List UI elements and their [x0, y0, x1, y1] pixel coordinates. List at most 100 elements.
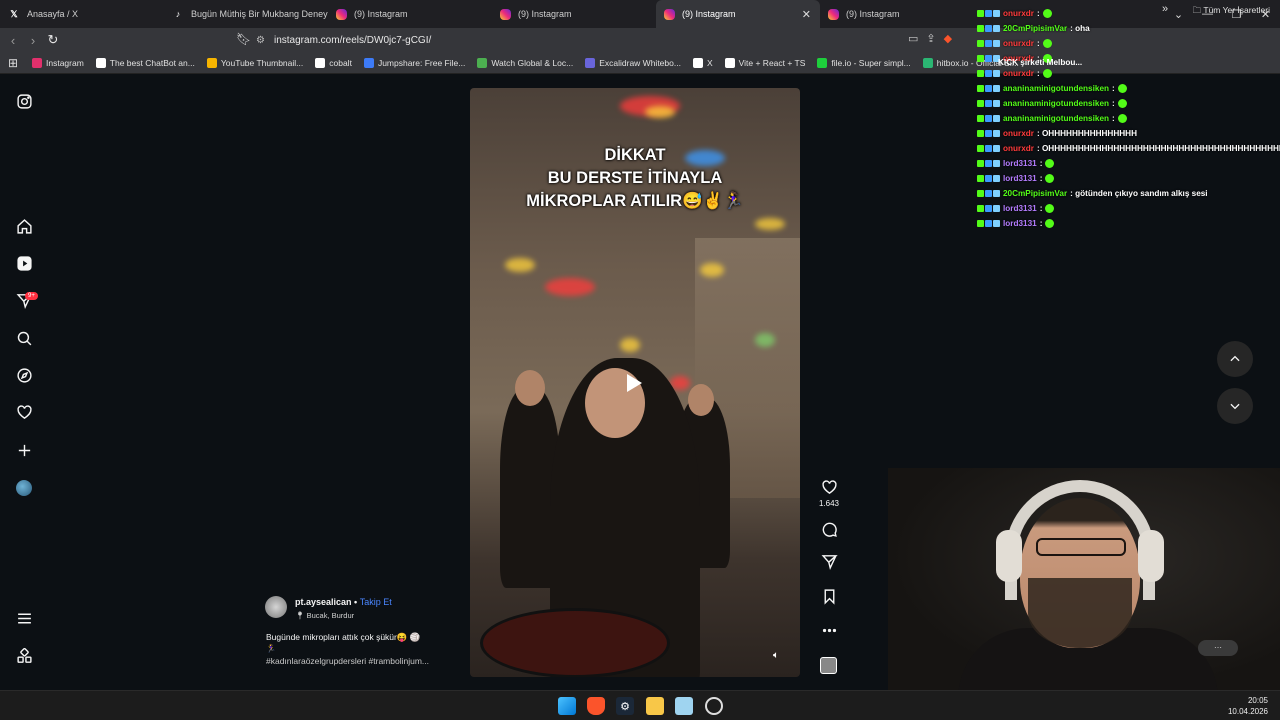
close-tab-icon[interactable]: ✕: [802, 8, 811, 21]
home-icon[interactable]: [16, 218, 33, 235]
author-avatar[interactable]: [265, 596, 287, 618]
remote-desktop-icon[interactable]: [675, 697, 693, 715]
tab-title: (9) Instagram: [846, 9, 900, 19]
play-icon[interactable]: [625, 373, 643, 393]
location-line[interactable]: 📍︎ Bucak, Burdur: [295, 611, 354, 620]
chat-badge-icon: [985, 219, 992, 227]
share-icon[interactable]: ⇪: [926, 32, 935, 45]
address-bar[interactable]: ⚙︎ instagram.com/reels/DW0jc7-gCGI/: [256, 31, 976, 49]
browser-tab[interactable]: (9) Instagram: [820, 0, 984, 28]
chat-badge-icon: [993, 84, 1000, 92]
bookmark-item[interactable]: Instagram: [26, 57, 90, 68]
kick-notice: KICK şirketi Melbou...: [998, 58, 1083, 67]
chat-badges: [977, 39, 1000, 47]
author-username[interactable]: pt.aysealican: [295, 597, 352, 607]
search-icon[interactable]: [16, 330, 33, 347]
system-clock[interactable]: 20:05 10.04.2026: [1228, 695, 1268, 717]
file-explorer-icon[interactable]: [646, 697, 664, 715]
like-button[interactable]: 1.643: [812, 479, 846, 508]
chat-badge-icon: [993, 24, 1000, 32]
chat-badge-icon: [985, 129, 992, 137]
brave-browser-icon[interactable]: [587, 697, 605, 715]
bookmarks-overflow-icon[interactable]: »: [1162, 3, 1168, 15]
browser-tab[interactable]: (9) Instagram: [328, 0, 492, 28]
comment-button[interactable]: [812, 521, 846, 538]
bookmark-item[interactable]: cobalt: [309, 57, 358, 68]
chat-badges: [977, 54, 1000, 62]
bookmark-item[interactable]: Watch Global & Loc...: [471, 57, 579, 68]
chat-badge-icon: [977, 24, 984, 32]
next-reel-button[interactable]: [1217, 388, 1253, 424]
bookmark-item[interactable]: X: [687, 57, 719, 68]
caption-hashtags[interactable]: #kadınlaraözelgrupdersleri #trambolinjum…: [266, 656, 429, 666]
chat-badge-icon: [993, 204, 1000, 212]
more-options-button[interactable]: [812, 622, 846, 639]
tab-title: Anasayfa / X: [27, 9, 79, 19]
chat-emote-icon: [1045, 158, 1055, 168]
all-bookmarks-folder[interactable]: 🗀︎ Tüm Yer İşaretleri: [1193, 5, 1270, 19]
chat-emote-icon: [1042, 8, 1052, 18]
bookmark-item[interactable]: Excalidraw Whitebo...: [579, 57, 687, 68]
more-menu-icon[interactable]: [16, 610, 33, 627]
bookmark-favicon-icon: [315, 57, 326, 68]
follow-button[interactable]: Takip Et: [360, 597, 392, 607]
browser-tab[interactable]: ♪ Bugün Müthiş Bir Mukbang Deneyim: [164, 0, 328, 28]
bookmark-label: YouTube Thumbnail...: [220, 57, 304, 68]
bookmark-item[interactable]: file.io - Super simpl...: [811, 57, 916, 68]
chat-message: lord3131:: [977, 216, 1055, 230]
location-text: Bucak, Burdur: [306, 611, 355, 620]
reload-icon[interactable]: ↻: [43, 32, 63, 48]
bookmark-item[interactable]: The best ChatBot an...: [90, 57, 201, 68]
chat-badge-icon: [985, 189, 992, 197]
chat-badge-icon: [985, 99, 992, 107]
chat-message: onurxdr:: [977, 36, 1052, 50]
brave-shield-icon[interactable]: ◆: [944, 32, 952, 45]
forward-icon[interactable]: ›: [23, 33, 43, 48]
bookmark-favicon-icon: [32, 57, 42, 68]
also-from-meta-icon[interactable]: [16, 648, 33, 665]
browser-tab[interactable]: (9) Instagram: [492, 0, 656, 28]
back-icon[interactable]: ‹: [3, 33, 23, 48]
chat-username: onurxdr: [1003, 8, 1034, 18]
reel-video[interactable]: DİKKAT BU DERSTE İTİNAYLA MİKROPLAR ATIL…: [470, 88, 800, 677]
bookmark-page-icon[interactable]: 🔖︎: [236, 32, 251, 46]
disco-light: [620, 338, 640, 352]
share-button[interactable]: [812, 553, 846, 570]
bookmark-item[interactable]: Vite + React + TS: [719, 57, 812, 68]
start-windows-icon[interactable]: [558, 697, 576, 715]
save-button[interactable]: [812, 588, 846, 605]
audio-thumbnail[interactable]: [820, 657, 837, 674]
chat-emote-icon: [1117, 83, 1127, 93]
bookmark-item[interactable]: Jumpshare: Free File...: [358, 57, 471, 68]
apps-grid-icon[interactable]: ⊞: [0, 56, 26, 70]
bookmarks-bar: ⊞ Instagram The best ChatBot an... YouTube…: [0, 52, 1280, 74]
browser-tab[interactable]: 𝕏 Anasayfa / X: [0, 0, 164, 28]
profile-avatar[interactable]: [16, 480, 32, 496]
chat-badge-icon: [993, 39, 1000, 47]
site-info-icon[interactable]: ⚙︎: [256, 35, 274, 46]
steam-icon[interactable]: ⚙︎: [616, 697, 634, 715]
chat-badge-icon: [977, 129, 984, 137]
notifications-heart-icon[interactable]: [16, 404, 33, 421]
volume-icon[interactable]: 🔈︎: [773, 650, 779, 661]
bookmark-item[interactable]: YouTube Thumbnail...: [201, 57, 309, 68]
chat-badge-icon: [977, 204, 984, 212]
create-plus-icon[interactable]: [16, 442, 33, 459]
cast-icon[interactable]: ▭: [908, 32, 918, 45]
chat-username: onurxdr: [1003, 38, 1034, 48]
chat-text: :: [1039, 218, 1043, 228]
previous-reel-button[interactable]: [1217, 341, 1253, 377]
folder-icon: 🗀︎: [1192, 5, 1204, 15]
chat-badge-icon: [985, 174, 992, 182]
chat-badges: [977, 219, 1000, 227]
instagram-logo-icon[interactable]: [16, 93, 33, 110]
chat-username: ananinaminigotundensiken: [1003, 113, 1109, 123]
tab-search-icon[interactable]: ⌄: [1164, 8, 1193, 21]
browser-tab[interactable]: (9) Instagram ✕: [656, 0, 820, 28]
dancer-left-face: [515, 370, 545, 406]
reels-icon[interactable]: [16, 255, 33, 272]
tab-title: (9) Instagram: [354, 9, 408, 19]
chat-text: :: [1036, 68, 1040, 78]
explore-icon[interactable]: [16, 367, 33, 384]
obs-icon[interactable]: [705, 697, 723, 715]
